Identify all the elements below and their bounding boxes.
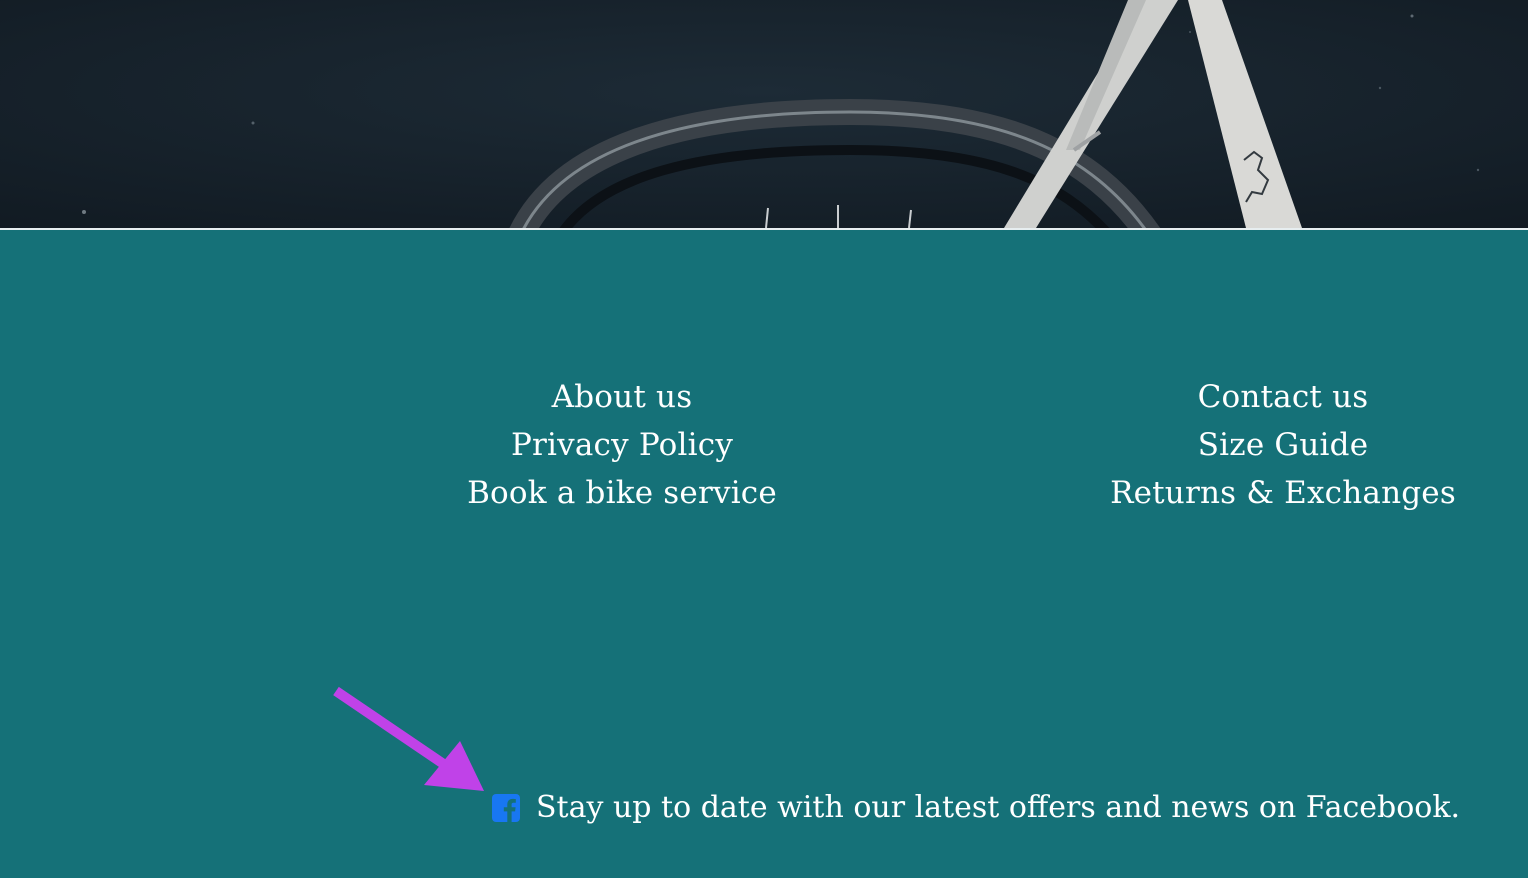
privacy-policy-link[interactable]: Privacy Policy: [511, 421, 733, 469]
bike-photo: [0, 0, 1528, 228]
book-bike-service-link[interactable]: Book a bike service: [467, 469, 777, 517]
returns-exchanges-link[interactable]: Returns & Exchanges: [1110, 469, 1456, 517]
facebook-message[interactable]: Stay up to date with our latest offers a…: [536, 785, 1460, 831]
page: About us Privacy Policy Book a bike serv…: [0, 0, 1528, 878]
facebook-row: Stay up to date with our latest offers a…: [491, 785, 1460, 831]
footer-links-right: Contact us Size Guide Returns & Exchange…: [1110, 373, 1456, 517]
contact-us-link[interactable]: Contact us: [1198, 373, 1369, 421]
footer-links-left: About us Privacy Policy Book a bike serv…: [467, 373, 777, 517]
hero-image: [0, 0, 1528, 228]
facebook-icon[interactable]: [491, 793, 521, 823]
size-guide-link[interactable]: Size Guide: [1198, 421, 1369, 469]
about-us-link[interactable]: About us: [552, 373, 693, 421]
site-footer: About us Privacy Policy Book a bike serv…: [0, 230, 1528, 878]
